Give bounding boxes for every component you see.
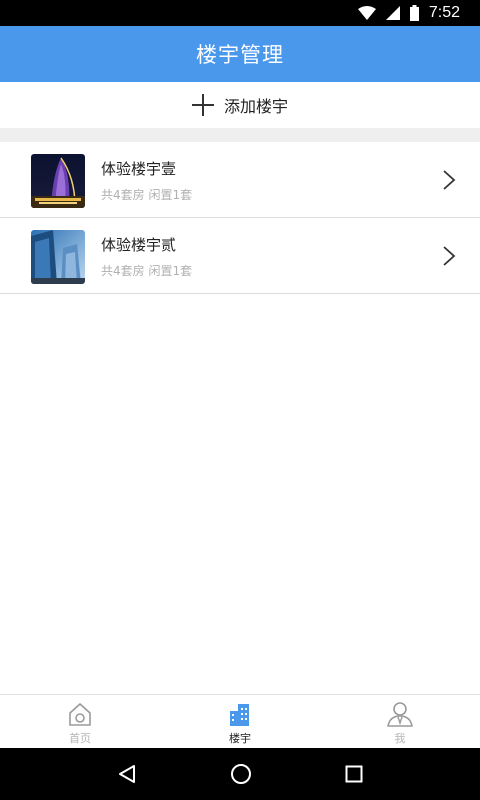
add-building-label: 添加楼宇	[223, 97, 288, 116]
tab-building[interactable]: 楼宇	[160, 695, 320, 748]
tab-home-label: 首页	[69, 732, 91, 745]
tab-building-label: 楼宇	[229, 732, 251, 745]
building-thumbnail	[31, 230, 85, 284]
status-time: 7:52	[428, 4, 460, 21]
chevron-right-icon	[443, 170, 456, 190]
bottom-tab-bar: 首页 楼宇 我	[0, 694, 480, 748]
building-summary: 共4套房 闲置1套	[101, 264, 193, 278]
section-divider	[0, 128, 480, 142]
system-nav-bar	[0, 748, 480, 800]
cell-signal-icon	[385, 6, 400, 20]
building-list-item[interactable]: 体验楼宇壹 共4套房 闲置1套	[0, 142, 480, 218]
building-summary: 共4套房 闲置1套	[101, 188, 193, 202]
wifi-icon	[357, 6, 376, 20]
building-list: 体验楼宇壹 共4套房 闲置1套 体验楼宇贰 共4套房 闲置1套	[0, 142, 480, 294]
home-circle-icon[interactable]	[230, 763, 252, 785]
home-icon	[69, 703, 91, 726]
building-name: 体验楼宇壹	[101, 160, 177, 178]
page-title: 楼宇管理	[196, 43, 284, 67]
plus-icon	[191, 94, 214, 116]
building-thumbnail	[31, 154, 85, 208]
battery-icon	[409, 5, 419, 21]
recents-icon[interactable]	[345, 765, 363, 783]
back-icon[interactable]	[117, 764, 137, 784]
building-icon	[230, 704, 249, 726]
building-name: 体验楼宇贰	[101, 236, 177, 254]
app-bar: 楼宇管理	[0, 26, 480, 82]
tab-me-label: 我	[394, 732, 406, 745]
chevron-right-icon	[443, 246, 456, 266]
building-list-item[interactable]: 体验楼宇贰 共4套房 闲置1套	[0, 218, 480, 294]
add-building-button[interactable]: 添加楼宇	[0, 82, 480, 128]
status-bar: 7:52	[0, 0, 480, 26]
tab-me[interactable]: 我	[320, 695, 480, 748]
tab-home[interactable]: 首页	[0, 695, 160, 748]
person-icon	[387, 702, 413, 727]
